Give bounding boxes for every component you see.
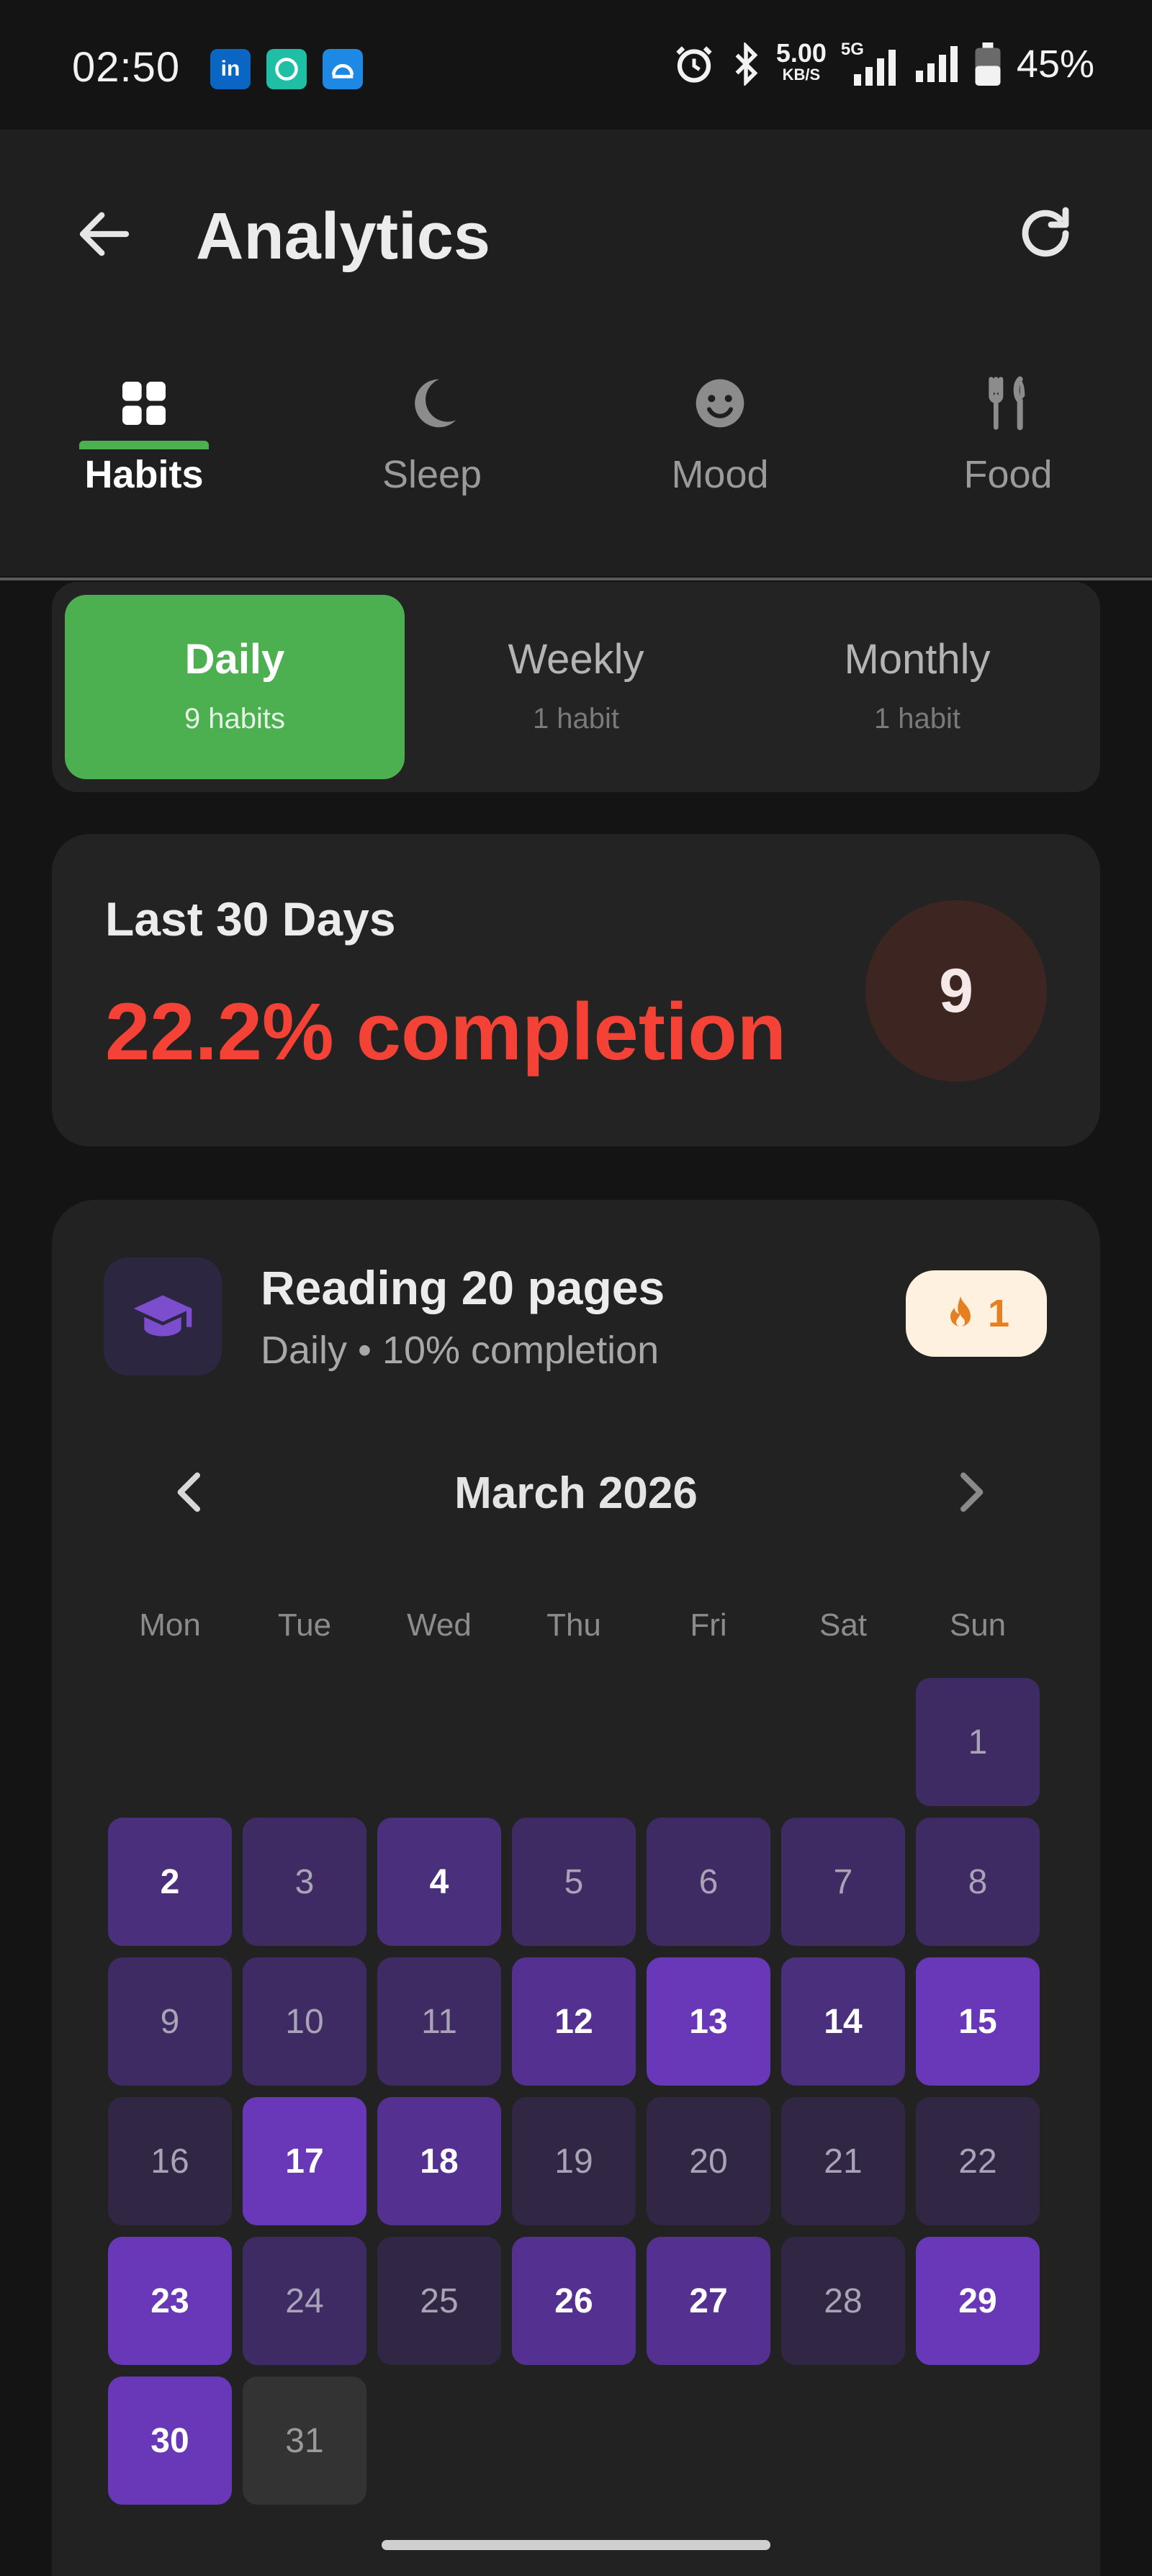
habit-count-badge: 9	[865, 900, 1047, 1082]
calendar-day[interactable]: 18	[377, 2097, 501, 2225]
habit-card[interactable]: Reading 20 pages Daily • 10% completion …	[52, 1200, 1100, 2576]
habit-subtitle: Daily • 10% completion	[261, 1329, 660, 1372]
summary-card: Last 30 Days 22.2% completion 9	[52, 834, 1100, 1146]
calendar-day[interactable]: 9	[108, 1957, 232, 2086]
graduation-cap-icon	[133, 1295, 192, 1337]
battery-icon	[975, 42, 1001, 86]
refresh-icon[interactable]	[1011, 199, 1080, 268]
streak-badge: 1	[906, 1270, 1047, 1357]
frequency-weekly[interactable]: Weekly 1 habit	[406, 595, 746, 779]
calendar-day[interactable]: 22	[916, 2097, 1040, 2225]
divider	[0, 578, 1152, 580]
calendar-day[interactable]: 27	[647, 2237, 770, 2365]
tab-sleep-label: Sleep	[382, 453, 482, 496]
flame-icon	[950, 1296, 971, 1327]
calendar-day[interactable]: 29	[916, 2237, 1040, 2365]
frequency-monthly-label: Monthly	[844, 636, 991, 683]
calendar-day[interactable]: 5	[512, 1818, 636, 1946]
smile-icon	[696, 379, 744, 428]
calendar-day[interactable]: 6	[647, 1818, 770, 1946]
cloud-app-icon	[323, 49, 363, 89]
app-bar: Analytics Habits Sleep Mood Food	[0, 130, 1152, 576]
alarm-icon	[676, 46, 712, 83]
signal-icon	[915, 46, 958, 82]
frequency-selector: Daily 9 habits Weekly 1 habit Monthly 1 …	[52, 582, 1100, 792]
calendar-day[interactable]: 4	[377, 1818, 501, 1946]
calendar-day[interactable]: 11	[377, 1957, 501, 2086]
calendar-day[interactable]: 24	[243, 2237, 366, 2365]
tab-food[interactable]: Food	[864, 374, 1152, 576]
cutlery-icon	[989, 376, 1025, 431]
battery-percentage: 45%	[1016, 42, 1094, 86]
calendar-day[interactable]: 2	[108, 1818, 232, 1946]
calendar-day[interactable]: 15	[916, 1957, 1040, 2086]
frequency-monthly[interactable]: Monthly 1 habit	[747, 595, 1087, 779]
calendar-day[interactable]: 17	[243, 2097, 366, 2225]
calendar-day[interactable]: 14	[781, 1957, 905, 2086]
weekday-label: Thu	[546, 1607, 601, 1643]
summary-title: Last 30 Days	[105, 892, 396, 946]
calendar-day[interactable]: 1	[916, 1678, 1040, 1806]
signal-5g-icon: 5G	[841, 40, 899, 86]
tab-habits-label: Habits	[84, 453, 204, 496]
summary-completion: 22.2% completion	[105, 987, 787, 1077]
status-app-icons: in	[210, 49, 363, 89]
calendar-day[interactable]: 23	[108, 2237, 232, 2365]
tab-mood-label: Mood	[671, 453, 769, 496]
calendar-day[interactable]: 16	[108, 2097, 232, 2225]
habit-name: Reading 20 pages	[261, 1261, 665, 1314]
tab-mood[interactable]: Mood	[576, 374, 864, 576]
status-indicators: 5.00 KB/S 5G 45%	[672, 38, 1094, 86]
frequency-daily[interactable]: Daily 9 habits	[65, 595, 405, 779]
habit-icon-tile	[104, 1257, 222, 1375]
calendar-day[interactable]: 30	[108, 2377, 232, 2505]
tab-food-label: Food	[963, 453, 1053, 496]
grid-icon	[122, 382, 166, 425]
status-time: 02:50	[72, 44, 181, 91]
status-bar: 02:50 in 5.00 KB/S 5G 45%	[0, 0, 1152, 130]
calendar-day[interactable]: 19	[512, 2097, 636, 2225]
tab-sleep[interactable]: Sleep	[288, 374, 576, 576]
frequency-weekly-label: Weekly	[508, 636, 644, 683]
calendar-day[interactable]: 13	[647, 1957, 770, 2086]
chevron-right-icon[interactable]	[942, 1463, 999, 1521]
calendar-day[interactable]: 7	[781, 1818, 905, 1946]
weekday-label: Sat	[819, 1607, 868, 1643]
calendar-day[interactable]: 3	[243, 1818, 366, 1946]
streak-count: 1	[987, 1292, 1010, 1335]
frequency-daily-label: Daily	[184, 636, 285, 683]
calendar-day[interactable]: 28	[781, 2237, 905, 2365]
moon-icon	[415, 379, 456, 428]
linkedin-icon: in	[210, 49, 251, 89]
calendar-day[interactable]: 8	[916, 1818, 1040, 1946]
calendar-day[interactable]: 25	[377, 2237, 501, 2365]
back-arrow-icon[interactable]	[72, 202, 137, 266]
page-title: Analytics	[196, 199, 491, 273]
calendar-day[interactable]: 26	[512, 2237, 636, 2365]
weekday-label: Fri	[690, 1607, 727, 1643]
calendar-day[interactable]: 20	[647, 2097, 770, 2225]
tab-indicator	[79, 441, 209, 449]
weekday-label: Sun	[949, 1607, 1007, 1643]
frequency-weekly-count: 1 habit	[532, 703, 620, 735]
calendar-day[interactable]: 21	[781, 2097, 905, 2225]
calendar-day[interactable]: 10	[243, 1957, 366, 2086]
chat-app-icon	[266, 49, 307, 89]
analytics-tabs: Habits Sleep Mood Food	[0, 374, 1152, 576]
weekday-label: Tue	[277, 1607, 332, 1643]
tab-habits[interactable]: Habits	[0, 374, 288, 576]
weekday-label: Mon	[139, 1607, 201, 1643]
bluetooth-icon	[735, 42, 758, 86]
calendar-day[interactable]: 31	[243, 2377, 366, 2505]
home-indicator[interactable]	[382, 2540, 770, 2550]
calendar-day[interactable]: 12	[512, 1957, 636, 2086]
network-speed: 5.00 KB/S	[775, 38, 827, 84]
weekday-label: Wed	[407, 1607, 472, 1643]
frequency-daily-count: 9 habits	[184, 703, 286, 735]
frequency-monthly-count: 1 habit	[873, 703, 961, 735]
